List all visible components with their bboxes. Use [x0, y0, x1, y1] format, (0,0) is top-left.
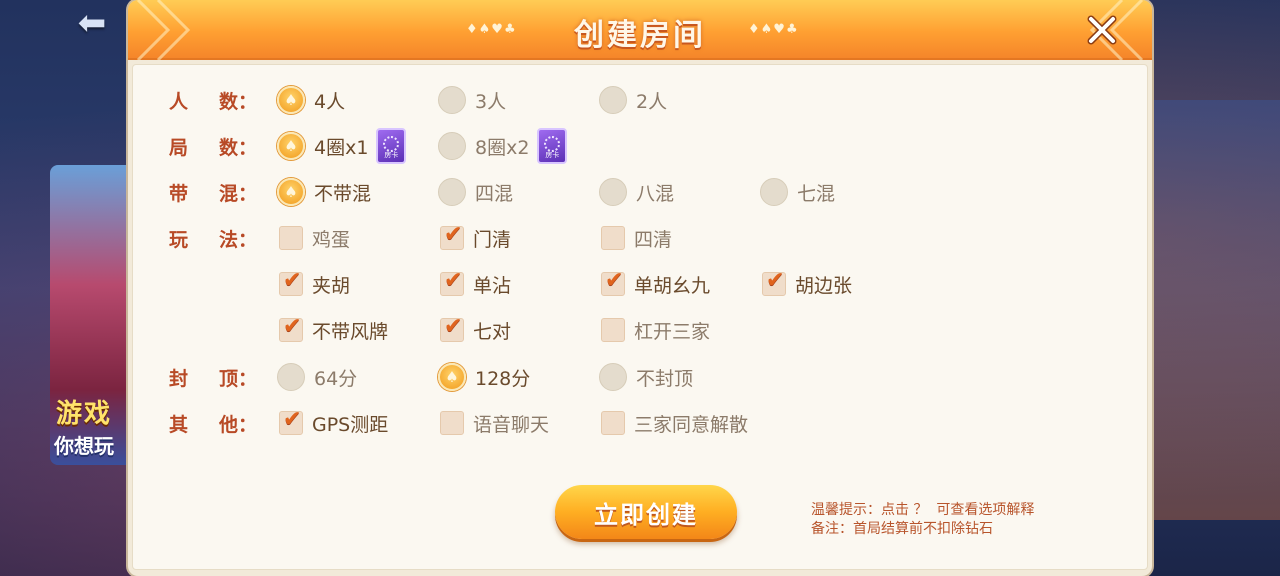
back-arrow-icon[interactable]: ⬅: [60, 4, 124, 42]
rule-option[interactable]: 单胡幺九: [601, 266, 710, 302]
radio-icon: [599, 86, 627, 114]
radio-icon: [760, 178, 788, 206]
option-dissolve[interactable]: 三家同意解散: [601, 405, 748, 441]
other-row: 其他：: [169, 405, 277, 441]
option-voice-chat[interactable]: 语音聊天: [440, 405, 549, 441]
room-card-icon: 房卡: [376, 128, 407, 164]
radio-icon: [438, 178, 466, 206]
rule-option[interactable]: 四清: [601, 220, 672, 256]
checkbox-icon: [440, 411, 464, 435]
row-label: 玩法：: [169, 228, 257, 251]
row-label: 封顶：: [169, 367, 257, 390]
option-seven-wildcard[interactable]: 七混: [760, 174, 835, 210]
checkbox-checked-icon: [279, 314, 303, 342]
radio-icon: [599, 178, 627, 206]
checkbox-icon: [279, 226, 303, 250]
options-panel: 人数： 4人 3人 2人 局数： 4圈x1 房卡 8圈x2: [132, 64, 1148, 570]
create-room-button[interactable]: 立即创建: [555, 485, 737, 539]
radio-icon: [599, 363, 627, 391]
rules-row: 玩法：: [169, 220, 277, 256]
lobby-side-panel: [1150, 100, 1280, 520]
option-no-cap[interactable]: 不封顶: [599, 359, 693, 395]
rule-option[interactable]: 鸡蛋: [279, 220, 350, 256]
option-eight-wildcard[interactable]: 八混: [599, 174, 674, 210]
checkbox-checked-icon: [440, 314, 464, 342]
rounds-row: 局数：: [169, 128, 277, 164]
option-4-rounds[interactable]: 4圈x1 房卡: [277, 128, 407, 164]
checkbox-icon: [601, 318, 625, 342]
radio-selected-icon: [438, 363, 466, 391]
rule-option[interactable]: 杠开三家: [601, 312, 710, 348]
option-no-wildcard[interactable]: 不带混: [277, 174, 371, 210]
dialog-header: ♦♠♥♣ 创建房间 ♦♠♥♣: [128, 0, 1152, 60]
wildcard-row: 带混：: [169, 174, 277, 210]
radio-selected-icon: [277, 86, 305, 114]
rule-option[interactable]: 夹胡: [279, 266, 350, 302]
tips: 温馨提示：点击 ？ 可查看选项解释 备注：首局结算前不扣除钻石: [811, 501, 1034, 539]
title-ornament-right: ♦♠♥♣: [748, 22, 799, 37]
score-cap-row: 封顶：: [169, 359, 277, 395]
checkbox-checked-icon: [440, 268, 464, 296]
row-label: 带混：: [169, 182, 257, 205]
checkbox-checked-icon: [440, 222, 464, 250]
checkbox-checked-icon: [279, 268, 303, 296]
banner-text-2: 你想玩: [54, 434, 114, 458]
checkbox-icon: [601, 411, 625, 435]
create-room-dialog: ♦♠♥♣ 创建房间 ♦♠♥♣ 人数： 4人 3人 2人: [128, 0, 1152, 576]
checkbox-checked-icon: [279, 407, 303, 435]
option-2-players[interactable]: 2人: [599, 82, 667, 118]
option-3-players[interactable]: 3人: [438, 82, 506, 118]
tip-line: 温馨提示：点击 ？ 可查看选项解释: [811, 502, 1035, 518]
player-count-row: 人数：: [169, 82, 277, 118]
close-icon[interactable]: [1082, 10, 1122, 50]
row-label: 人数：: [169, 90, 257, 113]
radio-icon: [438, 132, 466, 160]
option-8-rounds[interactable]: 8圈x2 房卡: [438, 128, 568, 164]
option-cap-128[interactable]: 128分: [438, 359, 530, 395]
checkbox-icon: [601, 226, 625, 250]
note-line: 备注：首局结算前不扣除钻石: [811, 521, 993, 537]
rule-option[interactable]: 不带风牌: [279, 312, 388, 348]
dialog-title: 创建房间: [574, 18, 706, 53]
radio-selected-icon: [277, 178, 305, 206]
rule-option[interactable]: 七对: [440, 312, 511, 348]
room-card-icon: 房卡: [537, 128, 568, 164]
option-four-wildcard[interactable]: 四混: [438, 174, 513, 210]
banner-text-1: 游戏: [56, 399, 113, 429]
option-4-players[interactable]: 4人: [277, 82, 345, 118]
checkbox-checked-icon: [762, 268, 786, 296]
rule-option[interactable]: 胡边张: [762, 266, 852, 302]
checkbox-checked-icon: [601, 268, 625, 296]
radio-icon: [438, 86, 466, 114]
option-gps[interactable]: GPS测距: [279, 405, 388, 441]
radio-selected-icon: [277, 132, 305, 160]
row-label: 其他：: [169, 413, 257, 436]
option-cap-64[interactable]: 64分: [277, 359, 357, 395]
rule-option[interactable]: 单沾: [440, 266, 511, 302]
row-label: 局数：: [169, 136, 257, 159]
rule-option[interactable]: 门清: [440, 220, 511, 256]
radio-icon: [277, 363, 305, 391]
